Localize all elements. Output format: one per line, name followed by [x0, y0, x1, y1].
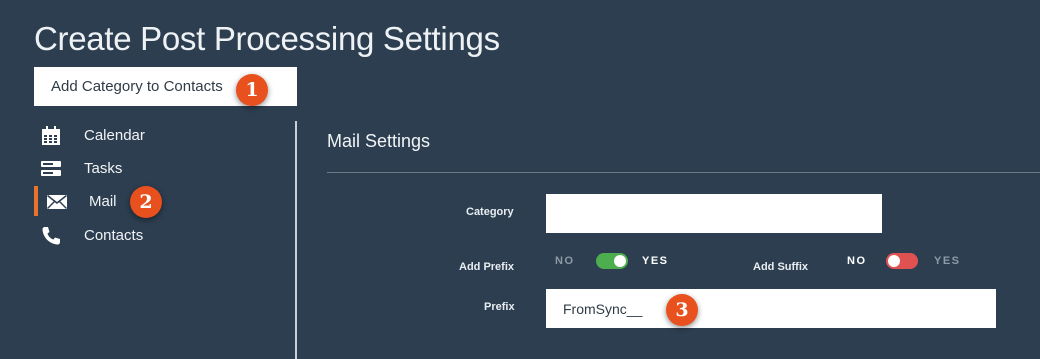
add-prefix-yes-text: YES	[642, 255, 669, 267]
step-marker-2: 2	[130, 186, 162, 218]
toggle-knob	[614, 255, 626, 267]
sidebar-item-label: Contacts	[84, 227, 144, 244]
toggle-knob	[888, 255, 900, 267]
prefix-value: FromSync__	[563, 301, 643, 317]
section-title: Mail Settings	[327, 131, 431, 151]
add-suffix-toggle[interactable]	[886, 253, 918, 269]
page-title: Create Post Processing Settings	[34, 20, 500, 57]
add-prefix-toggle[interactable]	[596, 253, 628, 269]
step-marker-1: 1	[236, 74, 268, 106]
calendar-icon	[40, 125, 62, 147]
sidebar-item-label: Mail	[89, 193, 117, 210]
mail-icon	[46, 191, 68, 213]
vertical-divider	[295, 121, 297, 359]
step-marker-3: 3	[666, 294, 698, 326]
category-label: Category	[466, 206, 514, 218]
section-divider	[327, 172, 1040, 173]
add-prefix-label: Add Prefix	[459, 261, 515, 273]
add-suffix-no-text: NO	[847, 255, 867, 267]
add-prefix-no-text: NO	[555, 255, 575, 267]
settings-name-value: Add Category to Contacts	[51, 78, 223, 95]
prefix-input[interactable]: FromSync__	[546, 289, 996, 328]
sidebar-item-label: Tasks	[84, 160, 123, 177]
sidebar-item-contacts[interactable]: Contacts	[34, 221, 264, 249]
sidebar-item-calendar[interactable]: Calendar	[34, 121, 264, 149]
add-suffix-yes-text: YES	[934, 255, 961, 267]
active-indicator	[34, 186, 38, 216]
prefix-label: Prefix	[484, 301, 515, 313]
category-input[interactable]	[546, 194, 882, 233]
sidebar-item-label: Calendar	[84, 127, 145, 144]
sidebar-item-tasks[interactable]: Tasks	[34, 154, 264, 182]
tasks-icon	[40, 158, 62, 180]
phone-icon	[40, 225, 62, 247]
add-suffix-label: Add Suffix	[753, 261, 808, 273]
